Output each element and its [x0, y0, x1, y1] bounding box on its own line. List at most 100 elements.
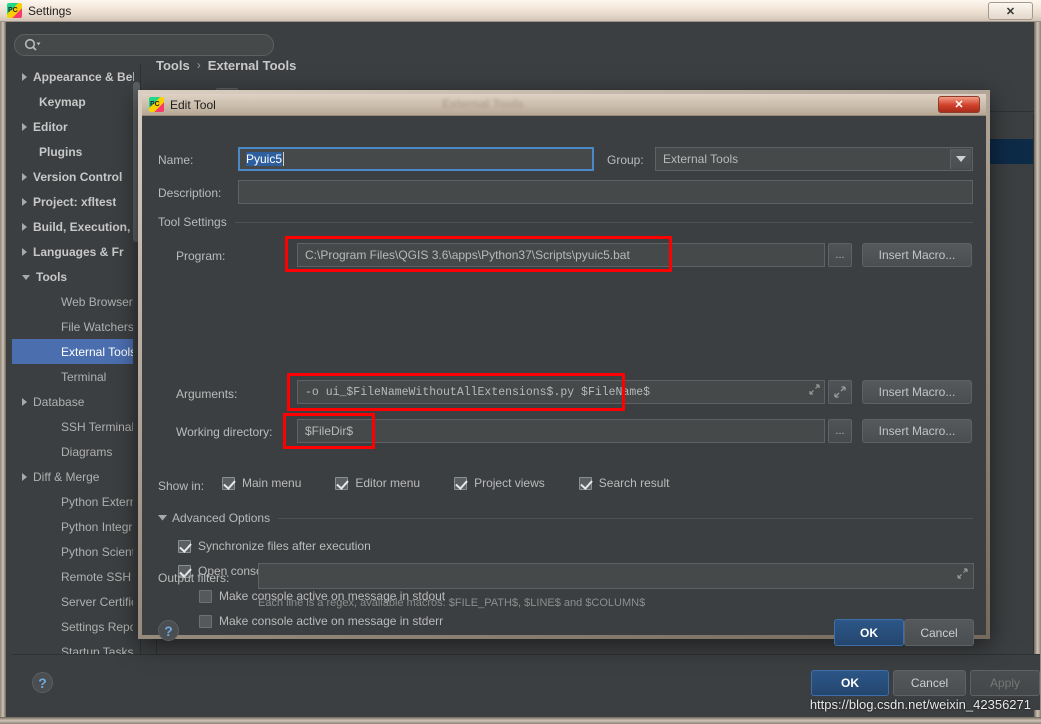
sidebar-item-python-integr[interactable]: Python Integr — [12, 514, 134, 539]
close-icon[interactable]: ✕ — [988, 2, 1033, 20]
sidebar-item-label: Remote SSH E — [61, 569, 134, 584]
working-directory-field-value: $FileDir$ — [305, 424, 354, 438]
ok-button[interactable]: OK — [811, 670, 889, 696]
checkbox-icon[interactable] — [335, 476, 349, 490]
arguments-expand-button[interactable] — [828, 380, 852, 404]
settings-titlebar[interactable]: Settings ✕ — [0, 0, 1041, 22]
working-directory-field[interactable]: $FileDir$ — [297, 419, 825, 443]
cancel-button[interactable]: Cancel — [904, 619, 974, 646]
edit-tool-dialog: Edit Tool External Tools ✕ Name: Pyuic5 … — [138, 90, 990, 646]
edit-tool-titlebar[interactable]: Edit Tool External Tools ✕ — [142, 94, 986, 116]
chevron-right-icon[interactable] — [22, 72, 27, 81]
checkbox-icon[interactable] — [454, 476, 468, 490]
sidebar-item-web-browser[interactable]: Web Browser — [12, 289, 134, 314]
sidebar-item-label: Database — [33, 394, 85, 409]
working-directory-label: Working directory: — [176, 425, 273, 439]
description-label: Description: — [158, 186, 222, 200]
chevron-down-icon[interactable] — [158, 515, 167, 521]
sidebar-item-python-scienti[interactable]: Python Scienti — [12, 539, 134, 564]
sidebar-item-build-execution[interactable]: Build, Execution, — [12, 214, 134, 239]
sidebar-item-remote-ssh-e[interactable]: Remote SSH E — [12, 564, 134, 589]
show-in-option-main-menu[interactable]: Main menu — [222, 476, 301, 490]
advanced-options-header[interactable]: Advanced Options — [158, 511, 973, 525]
show-in-option-editor-menu[interactable]: Editor menu — [335, 476, 420, 490]
checkbox-label: Editor menu — [355, 476, 421, 490]
sidebar-item-appearance-behavior[interactable]: Appearance & Behavior — [12, 64, 134, 89]
show-in-label: Show in: — [158, 479, 205, 493]
divider — [234, 221, 973, 223]
sidebar-item-label: External Tools — [61, 344, 134, 359]
sidebar-item-settings-repo[interactable]: Settings Repo — [12, 614, 134, 639]
close-icon[interactable]: ✕ — [938, 96, 980, 113]
chevron-right-icon[interactable] — [22, 172, 27, 181]
sidebar-item-diagrams[interactable]: Diagrams — [12, 439, 134, 464]
arguments-insert-macro-button[interactable]: Insert Macro... — [862, 380, 972, 404]
chevron-right-icon[interactable] — [22, 472, 27, 481]
show-in-option-project-views[interactable]: Project views — [454, 476, 545, 490]
description-field[interactable] — [238, 180, 973, 204]
group-dropdown[interactable]: External Tools — [655, 147, 973, 171]
name-field[interactable]: Pyuic5 — [238, 147, 594, 171]
chevron-down-icon[interactable] — [950, 149, 971, 169]
sidebar-item-terminal[interactable]: Terminal — [12, 364, 134, 389]
sidebar-item-tools[interactable]: Tools — [12, 264, 134, 289]
chevron-right-icon[interactable] — [22, 397, 27, 406]
sidebar-item-file-watchers[interactable]: File Watchers — [12, 314, 134, 339]
checkbox-label: Main menu — [242, 476, 302, 490]
arguments-field-value: -o ui_$FileNameWithoutAllExtensions$.py … — [305, 385, 651, 399]
advanced-option-make-console-active-on-message-in-stderr[interactable]: Make console active on message in stderr — [199, 614, 445, 628]
sidebar-item-label: Settings Repo — [61, 619, 134, 634]
show-in-option-search-result[interactable]: Search result — [578, 476, 670, 490]
sidebar-item-label: Diagrams — [61, 444, 113, 459]
help-icon[interactable]: ? — [158, 620, 179, 641]
sidebar-item-database[interactable]: Database — [12, 389, 134, 414]
output-filters-field[interactable] — [258, 563, 974, 589]
advanced-option-synchronize-files-after-execution[interactable]: Synchronize files after execution — [178, 539, 445, 553]
chevron-down-icon[interactable] — [22, 275, 30, 280]
checkbox-icon[interactable] — [578, 476, 592, 490]
working-directory-browse-button[interactable]: ... — [828, 419, 852, 443]
checkbox-label: Search result — [598, 476, 670, 490]
sidebar-item-server-certific[interactable]: Server Certific — [12, 589, 134, 614]
sidebar-item-languages-fr[interactable]: Languages & Fr — [12, 239, 134, 264]
sidebar-item-plugins[interactable]: Plugins — [12, 139, 134, 164]
checkbox-icon[interactable] — [222, 476, 235, 490]
program-label: Program: — [176, 249, 226, 263]
sidebar-item-external-tools[interactable]: External Tools — [12, 339, 134, 364]
chevron-right-icon[interactable] — [22, 197, 27, 206]
sidebar-item-version-control[interactable]: Version Control — [12, 164, 134, 189]
program-field[interactable]: C:\Program Files\QGIS 3.6\apps\Python37\… — [297, 243, 825, 267]
help-icon[interactable]: ? — [32, 672, 53, 693]
chevron-right-icon[interactable] — [22, 247, 27, 256]
sidebar-item-keymap[interactable]: Keymap — [12, 89, 134, 114]
chevron-right-icon[interactable] — [22, 222, 27, 231]
sidebar-item-label: Plugins — [39, 144, 83, 159]
checkbox-icon[interactable] — [199, 589, 212, 603]
program-insert-macro-button[interactable]: Insert Macro... — [862, 243, 972, 267]
sidebar-item-editor[interactable]: Editor — [12, 114, 134, 139]
ok-button[interactable]: OK — [834, 619, 904, 646]
sidebar-item-project-xfltest[interactable]: Project: xfltest — [12, 189, 134, 214]
arguments-field[interactable]: -o ui_$FileNameWithoutAllExtensions$.py … — [297, 380, 825, 404]
checkbox-icon[interactable] — [199, 614, 212, 628]
pycharm-icon — [7, 3, 22, 18]
output-filters-expand-icon[interactable] — [957, 568, 968, 582]
name-field-value: Pyuic5 — [246, 152, 283, 166]
arguments-expand-icon[interactable] — [809, 384, 820, 399]
window-frame-right — [1034, 22, 1041, 724]
sidebar-item-python-extern[interactable]: Python Extern — [12, 489, 134, 514]
output-filters-hint: Each line is a regex, available macros: … — [258, 597, 646, 609]
program-browse-button[interactable]: ... — [828, 243, 852, 267]
chevron-right-icon[interactable] — [22, 122, 27, 131]
program-field-value: C:\Program Files\QGIS 3.6\apps\Python37\… — [305, 248, 630, 262]
settings-sidebar[interactable]: Appearance & Behavior Keymap Editor Plugins… — [12, 64, 134, 674]
sidebar-item-ssh-terminal[interactable]: SSH Terminal — [12, 414, 134, 439]
breadcrumb-parent[interactable]: Tools — [156, 58, 190, 73]
group-label: Group: — [607, 153, 644, 167]
sidebar-item-diff-merge[interactable]: Diff & Merge — [12, 464, 134, 489]
search-input[interactable] — [14, 34, 274, 56]
cancel-button[interactable]: Cancel — [893, 670, 966, 696]
checkbox-icon[interactable] — [178, 539, 191, 553]
sidebar-item-label: Editor — [33, 119, 68, 134]
working-directory-insert-macro-button[interactable]: Insert Macro... — [862, 419, 972, 443]
